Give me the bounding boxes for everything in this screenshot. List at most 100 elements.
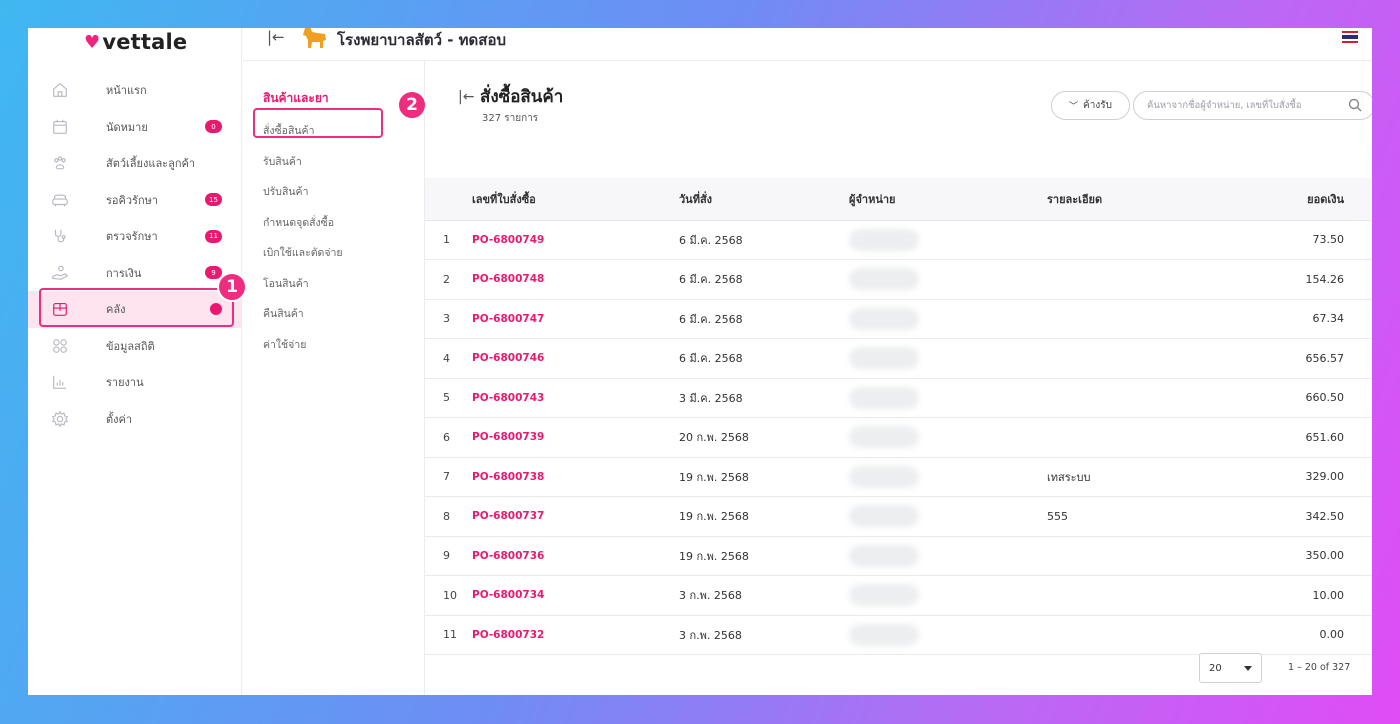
sidebar-item-9[interactable]: ตั้งค่า: [28, 401, 242, 438]
po-number-link[interactable]: PO-6800738: [472, 457, 679, 497]
detail-cell: 555: [1047, 496, 1217, 537]
back-icon[interactable]: |←: [458, 89, 474, 105]
submenu-item-2[interactable]: ปรับสินค้า: [263, 183, 308, 200]
table-row[interactable]: 6 PO-6800739 20 ก.พ. 2568 651.60: [425, 417, 1372, 458]
row-index: 5: [425, 378, 472, 418]
sidebar-item-label: นัดหมาย: [106, 120, 148, 134]
supplier-cell: [849, 259, 1047, 300]
table-row[interactable]: 11 PO-6800732 3 ก.พ. 2568 0.00: [425, 615, 1372, 655]
detail-cell: [1047, 338, 1217, 379]
table-row[interactable]: 4 PO-6800746 6 มี.ค. 2568 656.57: [425, 338, 1372, 379]
po-number-link[interactable]: PO-6800732: [472, 615, 679, 655]
sidebar-item-1[interactable]: นัดหมาย 0: [28, 109, 242, 146]
sidebar-item-2[interactable]: สัตว์เลี้ยงและลูกค้า: [28, 145, 242, 182]
table-row[interactable]: 8 PO-6800737 19 ก.พ. 2568 555 342.50: [425, 496, 1372, 537]
row-index: 6: [425, 417, 472, 458]
redacted-supplier: [849, 623, 919, 646]
sidebar: ♥ vettale หน้าแรก นัดหมาย 0 สัตว์เลี้ยงและล…: [28, 28, 247, 695]
po-number-link[interactable]: PO-6800748: [472, 259, 679, 300]
sidebar-item-0[interactable]: หน้าแรก: [28, 72, 242, 109]
po-number-link[interactable]: PO-6800736: [472, 536, 679, 576]
col-header-amount[interactable]: ยอดเงิน: [1217, 178, 1372, 221]
redacted-supplier: [849, 386, 919, 409]
po-number-link[interactable]: PO-6800747: [472, 299, 679, 339]
amount-cell: 67.34: [1217, 299, 1372, 339]
table-row[interactable]: 7 PO-6800738 19 ก.พ. 2568 เทสระบบ 329.00: [425, 457, 1372, 497]
submenu-item-4[interactable]: เบิกใช้และตัดจ่าย: [263, 244, 343, 261]
search-icon[interactable]: [1347, 97, 1363, 113]
amount-cell: 350.00: [1217, 536, 1372, 576]
col-header-po-number[interactable]: เลขที่ใบสั่งซื้อ: [472, 178, 679, 221]
clinic-title: โรงพยาบาลสัตว์ - ทดสอบ: [337, 31, 506, 49]
amount-cell: 342.50: [1217, 496, 1372, 537]
row-index: 2: [425, 259, 472, 300]
thai-flag-icon[interactable]: [1342, 31, 1358, 43]
po-number-link[interactable]: PO-6800749: [472, 220, 679, 260]
detail-cell: [1047, 536, 1217, 576]
table-row[interactable]: 2 PO-6800748 6 มี.ค. 2568 154.26: [425, 259, 1372, 300]
sidebar-item-8[interactable]: รายงาน: [28, 364, 242, 401]
amount-cell: 154.26: [1217, 259, 1372, 300]
status-filter-label: ค้างรับ: [1083, 100, 1112, 111]
supplier-cell: [849, 457, 1047, 497]
submenu-heading: สินค้าและยา: [263, 91, 329, 105]
table-row[interactable]: 9 PO-6800736 19 ก.พ. 2568 350.00: [425, 536, 1372, 576]
page-size-value: 20: [1209, 662, 1222, 674]
status-filter-button[interactable]: ﹀ ค้างรับ: [1051, 91, 1130, 120]
search-input[interactable]: [1133, 91, 1372, 120]
table-row[interactable]: 5 PO-6800743 3 มี.ค. 2568 660.50: [425, 378, 1372, 418]
order-date: 6 มี.ค. 2568: [679, 220, 849, 260]
sidebar-item-label: รอคิวรักษา: [106, 193, 159, 207]
col-header-supplier[interactable]: ผู้จำหน่าย: [849, 178, 1047, 221]
po-number-link[interactable]: PO-6800734: [472, 575, 679, 616]
sidebar-item-7[interactable]: ข้อมูลสถิติ: [28, 328, 242, 365]
amount-cell: 656.57: [1217, 338, 1372, 379]
table-row[interactable]: 1 PO-6800749 6 มี.ค. 2568 73.50: [425, 220, 1372, 260]
amount-cell: 73.50: [1217, 220, 1372, 260]
redacted-supplier: [849, 465, 919, 488]
top-bar: |← โรงพยาบาลสัตว์ - ทดสอบ: [243, 28, 1372, 61]
po-number-link[interactable]: PO-6800739: [472, 417, 679, 458]
sidebar-item-3[interactable]: รอคิวรักษา 15: [28, 182, 242, 219]
app-window: ♥ vettale หน้าแรก นัดหมาย 0 สัตว์เลี้ยงและล…: [28, 28, 1372, 695]
po-number-link[interactable]: PO-6800737: [472, 496, 679, 537]
row-index: 8: [425, 496, 472, 537]
row-index: 4: [425, 338, 472, 379]
highlight-box-inventory: [39, 288, 234, 327]
row-index: 10: [425, 575, 472, 616]
sidebar-item-label: การเงิน: [106, 266, 142, 280]
heart-logo-icon: ♥: [84, 31, 101, 53]
sidebar-item-4[interactable]: ตรวจรักษา 11: [28, 218, 242, 255]
logo[interactable]: ♥ vettale: [84, 28, 187, 56]
po-number-link[interactable]: PO-6800743: [472, 378, 679, 418]
sidebar-item-5[interactable]: การเงิน 9: [28, 255, 242, 292]
submenu-item-1[interactable]: รับสินค้า: [263, 153, 302, 170]
paw-icon: [50, 153, 70, 173]
gear-icon: [50, 409, 70, 429]
detail-cell: [1047, 220, 1217, 260]
purchase-orders-table: เลขที่ใบสั่งซื้อ วันที่สั่ง ผู้จำหน่าย ร…: [425, 178, 1372, 655]
page-size-select[interactable]: 20: [1199, 653, 1262, 683]
order-date: 6 มี.ค. 2568: [679, 338, 849, 379]
table-row[interactable]: 10 PO-6800734 3 ก.พ. 2568 10.00: [425, 575, 1372, 616]
amount-cell: 329.00: [1217, 457, 1372, 497]
po-number-link[interactable]: PO-6800746: [472, 338, 679, 379]
submenu-item-3[interactable]: กำหนดจุดสั่งซื้อ: [263, 214, 334, 231]
detail-cell: [1047, 259, 1217, 300]
sidebar-nav: หน้าแรก นัดหมาย 0 สัตว์เลี้ยงและลูกค้า รอคิว…: [28, 72, 242, 437]
inventory-submenu: สินค้าและยา สั่งซื้อสินค้า รับสินค้า ปรับส…: [243, 61, 427, 695]
table-row[interactable]: 3 PO-6800747 6 มี.ค. 2568 67.34: [425, 299, 1372, 339]
supplier-cell: [849, 417, 1047, 458]
amount-cell: 0.00: [1217, 615, 1372, 655]
submenu-item-5[interactable]: โอนสินค้า: [263, 275, 309, 292]
col-header-order-date[interactable]: วันที่สั่ง: [679, 178, 849, 221]
col-header-detail[interactable]: รายละเอียด: [1047, 178, 1217, 221]
redacted-supplier: [849, 268, 919, 291]
collapse-sidebar-icon[interactable]: |←: [267, 28, 285, 46]
money-hand-icon: [50, 263, 70, 283]
submenu-item-6[interactable]: คืนสินค้า: [263, 305, 304, 322]
order-date: 6 มี.ค. 2568: [679, 299, 849, 339]
submenu-item-7[interactable]: ค่าใช้จ่าย: [263, 336, 306, 353]
row-index: 9: [425, 536, 472, 576]
order-date: 20 ก.พ. 2568: [679, 417, 849, 458]
